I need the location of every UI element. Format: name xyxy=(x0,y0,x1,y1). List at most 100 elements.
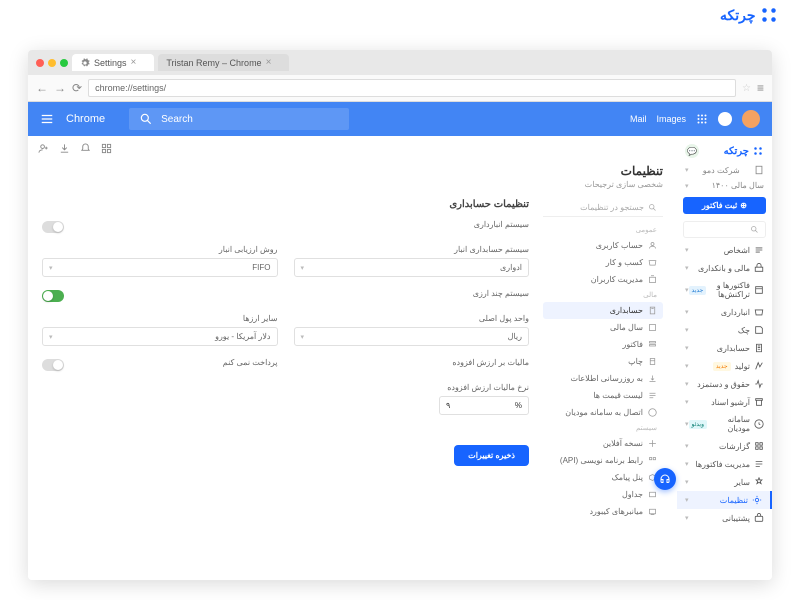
settings-search[interactable]: جستجو در تنظیمات xyxy=(543,199,663,217)
settings-nav-item[interactable]: لیست قیمت ها xyxy=(543,387,663,404)
chevron-down-icon: ▾ xyxy=(685,496,689,504)
inventory-system-label: سیستم انبارداری xyxy=(474,220,529,229)
settings-nav-item[interactable]: اتصال به سامانه مودیان xyxy=(543,404,663,421)
sidebar-item[interactable]: مالی و بانکداری▾ xyxy=(677,259,772,277)
sidebar-item[interactable]: مدیریت فاکتورها▾ xyxy=(677,455,772,473)
no-pay-label: پرداخت نمی کنم xyxy=(223,358,278,367)
browser-menu-icon[interactable]: ≡ xyxy=(757,81,764,95)
hamburger-icon[interactable] xyxy=(40,112,54,126)
chrome-title: Chrome xyxy=(66,113,105,125)
search-icon xyxy=(648,203,657,212)
images-link[interactable]: Images xyxy=(656,114,686,124)
settings-nav-item[interactable]: میانبر‌های کیبورد xyxy=(543,503,663,520)
sidebar-item[interactable]: انبارداری▾ xyxy=(677,303,772,321)
address-bar-row: ← → ⟳ chrome://settings/ ☆ ≡ xyxy=(28,75,772,102)
search-icon xyxy=(750,225,759,234)
no-pay-toggle[interactable] xyxy=(42,359,64,371)
nav-label: اشخاص xyxy=(724,246,750,255)
sidebar-item[interactable]: حسابداری▾ xyxy=(677,339,772,357)
user-add-icon[interactable] xyxy=(38,143,49,154)
sidebar-item[interactable]: حقوق و دستمزد▾ xyxy=(677,375,772,393)
address-input[interactable]: chrome://settings/ xyxy=(88,79,736,97)
settings-nav-item[interactable]: پنل پیامک xyxy=(543,469,663,486)
base-currency-label: واحد پول اصلی xyxy=(294,314,530,323)
vat-rate-input[interactable]: % ۹ xyxy=(439,396,529,415)
save-button[interactable]: ذخیره تغییرات xyxy=(454,445,529,466)
close-dot[interactable] xyxy=(36,59,44,67)
settings-item-icon xyxy=(648,507,657,516)
headset-icon xyxy=(659,473,671,485)
tab-settings[interactable]: Settings × xyxy=(72,54,154,71)
sidebar-item[interactable]: اشخاص▾ xyxy=(677,241,772,259)
chrome-search[interactable]: Search xyxy=(129,108,349,130)
grid-icon[interactable] xyxy=(101,143,112,154)
settings-item-label: اتصال به سامانه مودیان xyxy=(565,408,643,417)
settings-nav-item[interactable]: به روزرسانی اطلاعات xyxy=(543,370,663,387)
close-icon[interactable]: × xyxy=(266,57,272,68)
maximize-dot[interactable] xyxy=(60,59,68,67)
nav-label: سایر xyxy=(734,478,750,487)
select-value: FIFO xyxy=(252,263,270,272)
search-placeholder: Search xyxy=(161,114,193,125)
back-icon[interactable]: ← xyxy=(36,81,48,95)
chevron-down-icon: ▾ xyxy=(685,326,689,334)
notification-icon[interactable] xyxy=(718,112,732,126)
sidebar-item[interactable]: تولیدجدید▾ xyxy=(677,357,772,375)
nav-icon xyxy=(754,307,764,317)
nav-label: چک xyxy=(738,326,750,335)
close-icon[interactable]: × xyxy=(131,57,137,68)
reload-icon[interactable]: ⟳ xyxy=(72,81,82,95)
settings-nav-item[interactable]: حساب کاربری xyxy=(543,237,663,254)
settings-nav-item[interactable]: مدیریت کاربران xyxy=(543,271,663,288)
chat-icon[interactable]: 💬 xyxy=(685,144,699,158)
chevron-down-icon: ▾ xyxy=(685,362,689,370)
browser-chrome: Settings × Tristan Remy – Chrome × ← → ⟳… xyxy=(28,50,772,102)
sidebar-item[interactable]: تنظیمات▾ xyxy=(677,491,772,509)
apps-icon[interactable] xyxy=(696,113,708,125)
multicurrency-toggle[interactable] xyxy=(42,290,64,302)
sidebar-item[interactable]: گزارشات▾ xyxy=(677,437,772,455)
accounting-system-select[interactable]: ادواری ▾ xyxy=(294,258,530,277)
vat-rate-label: نرخ مالیات ارزش افزوده xyxy=(294,383,530,392)
avatar[interactable] xyxy=(742,110,760,128)
inventory-system-toggle[interactable] xyxy=(42,221,64,233)
sidebar-item[interactable]: سامانه مودیانویدئو▾ xyxy=(677,411,772,437)
nav-icon xyxy=(754,513,764,523)
valuation-select[interactable]: FIFO ▾ xyxy=(42,258,278,277)
sidebar-item[interactable]: پشتیبانی▾ xyxy=(677,509,772,527)
settings-nav-item[interactable]: چاپ xyxy=(543,353,663,370)
bell-icon[interactable] xyxy=(80,143,91,154)
settings-nav-item[interactable]: کسب و کار xyxy=(543,254,663,271)
tab-other[interactable]: Tristan Remy – Chrome × xyxy=(158,54,289,71)
minimize-dot[interactable] xyxy=(48,59,56,67)
chevron-down-icon: ▾ xyxy=(49,264,53,272)
base-currency-select[interactable]: ریال ▾ xyxy=(294,327,530,346)
settings-nav-item[interactable]: نسخه آفلاین xyxy=(543,435,663,452)
sidebar-item[interactable]: چک ▾ xyxy=(677,321,772,339)
other-currencies-select[interactable]: دلار آمریکا - یورو ▾ xyxy=(42,327,278,346)
settings-item-icon xyxy=(648,439,657,448)
download-icon[interactable] xyxy=(59,143,70,154)
sidebar-item[interactable]: فاکتورها و تراکنش‌هاجدید▾ xyxy=(677,277,772,303)
settings-nav-item[interactable]: حسابداری xyxy=(543,302,663,319)
app-brand[interactable]: چرتکه xyxy=(724,145,764,157)
settings-nav-item[interactable]: رابط برنامه نویسی (API) xyxy=(543,452,663,469)
support-float-button[interactable] xyxy=(654,468,676,490)
bookmark-icon[interactable]: ☆ xyxy=(742,83,751,94)
settings-item-icon xyxy=(648,340,657,349)
forward-icon[interactable]: → xyxy=(54,81,66,95)
accounting-system-label: سیستم حسابداری انبار xyxy=(294,245,530,254)
settings-nav-item[interactable]: فاکتور xyxy=(543,336,663,353)
settings-nav-item[interactable]: جداول xyxy=(543,486,663,503)
settings-item-label: حساب کاربری xyxy=(596,241,643,250)
settings-nav-item[interactable]: سال مالی xyxy=(543,319,663,336)
chevron-down-icon: ▾ xyxy=(685,398,689,406)
sidebar-item[interactable]: آرشیو اسناد▾ xyxy=(677,393,772,411)
mail-link[interactable]: Mail xyxy=(630,114,647,124)
company-selector[interactable]: شرکت دمو ▾ xyxy=(677,162,772,178)
fiscal-year-selector[interactable]: سال مالی ۱۴۰۰ ▾ xyxy=(677,178,772,193)
sidebar-item[interactable]: سایر▾ xyxy=(677,473,772,491)
settings-item-label: میانبر‌های کیبورد xyxy=(589,507,643,516)
sidebar-search[interactable] xyxy=(683,221,766,238)
new-invoice-button[interactable]: ⊕ثبت فاکتور xyxy=(683,197,766,214)
